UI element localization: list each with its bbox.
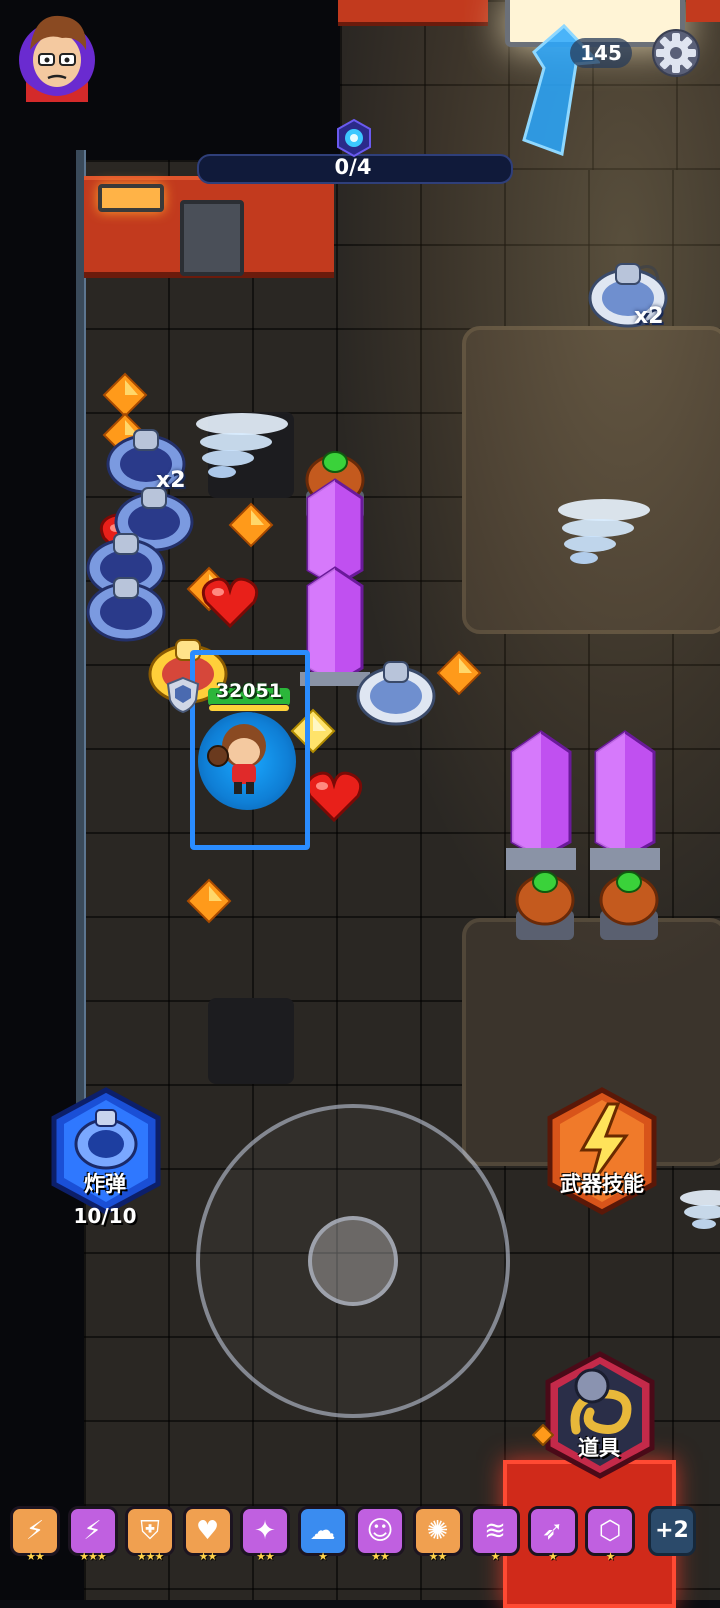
red-wall-panel: [338, 0, 488, 26]
drone-enemy: [356, 661, 436, 726]
red-wall-panel: [686, 0, 720, 22]
buff-slot[interactable]: ⬡: [585, 1506, 635, 1556]
ghost-plus-icon: ☁: [309, 1516, 336, 1546]
exp-gem: [228, 502, 274, 548]
buff-stars: ★★: [428, 1550, 448, 1563]
robot-face-icon: ☺: [366, 1516, 394, 1546]
buff-stars: ★: [605, 1550, 616, 1563]
flame-slash-icon: ✦: [254, 1516, 276, 1546]
player-character: [207, 724, 266, 794]
rank-shield-icon: [166, 676, 200, 714]
buff-stars: ★★: [371, 1550, 390, 1563]
multiplier-label: x2: [634, 304, 664, 329]
buff-slot[interactable]: ✺: [412, 1506, 463, 1556]
buff-stars: ★: [548, 1550, 558, 1563]
player-hp-bar-fill: [209, 705, 289, 711]
buff-slot[interactable]: ⚡: [67, 1506, 118, 1556]
turret-spawner: [599, 871, 659, 940]
buff-slot[interactable]: ⚡: [10, 1506, 60, 1556]
player-hp-value: 32051: [215, 680, 283, 702]
buff-slot[interactable]: ♥: [182, 1506, 233, 1556]
bomb-count: 10/10: [73, 1204, 137, 1228]
tornado-projectile: [558, 499, 650, 564]
tornado-projectile: [680, 1190, 720, 1229]
joystick-knob[interactable]: [308, 1216, 398, 1306]
heart-card-icon: ♥: [195, 1516, 220, 1546]
heart-pickup: [305, 771, 363, 822]
left-wall: [76, 150, 86, 1180]
lightning-orb-icon: ⚡: [25, 1516, 45, 1546]
buff-slot[interactable]: ✦: [240, 1506, 290, 1556]
buff-slot[interactable]: ≋: [470, 1506, 520, 1556]
item-skill-label: 道具: [578, 1436, 620, 1460]
bomb-skill-label: 炸弹: [84, 1172, 126, 1196]
small-gem-icon: [532, 1424, 554, 1446]
purple-crystal: [506, 730, 576, 870]
buff-stars: ★★: [26, 1550, 45, 1563]
heart-pickup: [201, 577, 259, 628]
buff-slot[interactable]: ⛨: [125, 1506, 175, 1556]
coin-counter: 145: [570, 38, 632, 68]
lightning-burst-icon: ⚡: [83, 1516, 102, 1546]
player-avatar[interactable]: [16, 10, 98, 102]
wind-blade-icon: ➶: [541, 1516, 564, 1546]
buff-stars: ★★: [198, 1550, 218, 1563]
gear-icon[interactable]: [651, 28, 701, 78]
buff-slot[interactable]: ➶: [527, 1506, 578, 1556]
buff-stars: ★: [318, 1550, 328, 1563]
more-buffs-button[interactable]: +2: [648, 1506, 696, 1556]
buff-stars: ★: [490, 1550, 501, 1563]
exp-gem: [186, 878, 232, 924]
turret-spawner: [515, 871, 575, 940]
weapon-skill-label: 武器技能: [560, 1172, 644, 1196]
purple-crystal: [590, 730, 660, 870]
tornado-projectile: [196, 413, 288, 478]
floor-pit: [208, 998, 294, 1084]
buff-stars: ★★: [256, 1550, 275, 1563]
exp-gem: [436, 650, 482, 696]
tornado-icon: ≋: [484, 1516, 506, 1546]
wall-lamp: [98, 184, 164, 212]
hex-shield-icon: ⬡: [598, 1516, 622, 1546]
spark-ball-icon: ✺: [426, 1516, 449, 1546]
void-area: [0, 0, 84, 1600]
energy-orb-icon: [337, 118, 371, 158]
buff-slot[interactable]: ☺: [355, 1506, 405, 1556]
buff-slot[interactable]: ☁: [297, 1506, 348, 1556]
buff-stars: ★★★: [79, 1550, 107, 1563]
buff-stars: ★★★: [136, 1550, 165, 1563]
void-area-top: [84, 0, 344, 160]
shield-lightning-icon: ⛨: [140, 1515, 160, 1546]
wall-door: [180, 200, 244, 276]
